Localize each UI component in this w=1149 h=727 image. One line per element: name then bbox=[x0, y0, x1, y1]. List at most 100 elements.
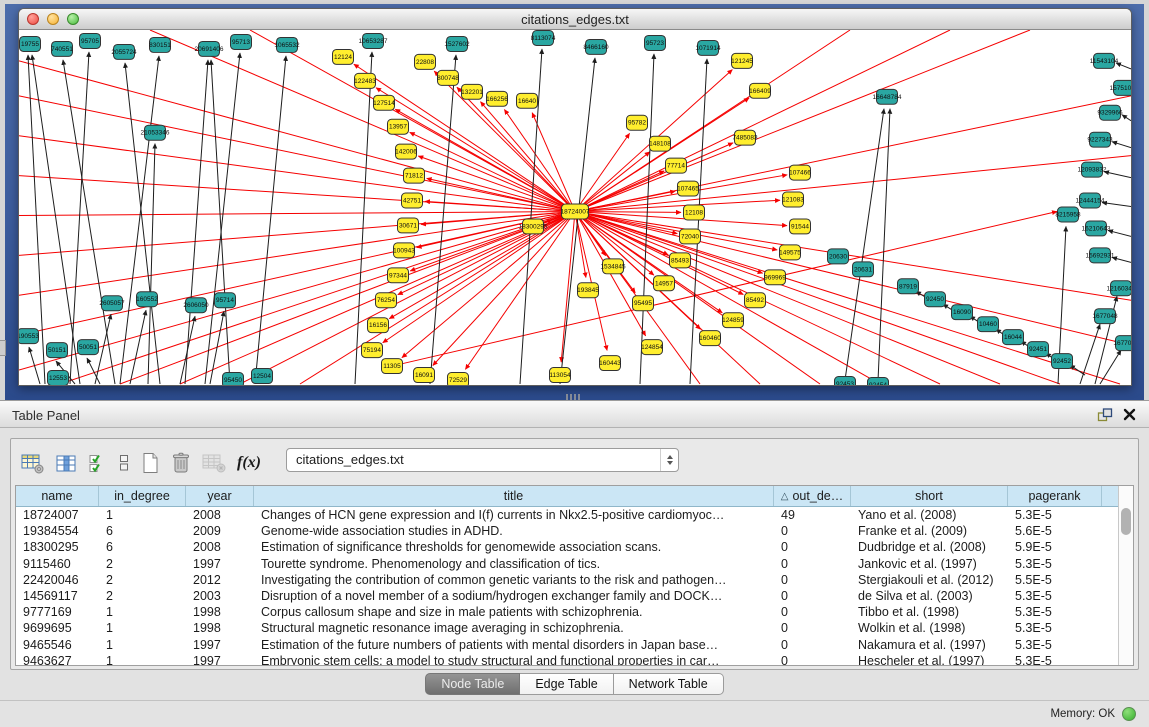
zoom-window-button[interactable] bbox=[67, 13, 79, 25]
table-row[interactable]: 1938455462009Genome-wide association stu… bbox=[16, 523, 1133, 539]
combo-stepper-icon[interactable] bbox=[660, 449, 678, 471]
graph-node[interactable]: 16090 bbox=[952, 305, 973, 320]
table-row[interactable]: 911546021997Tourette syndrome. Phenomeno… bbox=[16, 556, 1133, 572]
tab-network-table[interactable]: Network Table bbox=[614, 673, 724, 695]
graph-node[interactable]: 100943 bbox=[393, 243, 415, 258]
graph-node[interactable]: 92454 bbox=[868, 378, 889, 385]
graph-node[interactable]: 160552 bbox=[136, 292, 158, 307]
graph-node[interactable]: 15751074 bbox=[1110, 80, 1131, 95]
delete-column-icon[interactable] bbox=[171, 452, 191, 474]
delete-table-icon[interactable] bbox=[202, 453, 226, 473]
graph-node[interactable]: 9227343 bbox=[1087, 132, 1113, 147]
graph-node[interactable]: 91544 bbox=[790, 219, 811, 234]
graph-node[interactable]: 72529 bbox=[448, 373, 469, 385]
graph-node[interactable]: 85493 bbox=[670, 253, 691, 268]
network-window-titlebar[interactable]: citations_edges.txt bbox=[19, 9, 1131, 30]
graph-node[interactable]: 8466160 bbox=[583, 39, 609, 54]
graph-node[interactable]: 142006 bbox=[395, 144, 417, 159]
graph-node[interactable]: 20630 bbox=[828, 249, 849, 264]
graph-node[interactable]: 190553 bbox=[19, 329, 39, 344]
graph-node[interactable]: 12093832 bbox=[1078, 162, 1107, 177]
graph-node[interactable]: 19755 bbox=[20, 36, 41, 51]
graph-node[interactable]: 71812 bbox=[404, 168, 425, 183]
graph-node[interactable]: 148108 bbox=[649, 136, 671, 151]
table-mode-icon[interactable] bbox=[21, 453, 45, 474]
graph-node[interactable]: 12124 bbox=[333, 49, 354, 64]
create-column-icon[interactable] bbox=[141, 452, 160, 474]
network-window[interactable]: citations_edges.txt 19755740551957052055… bbox=[18, 8, 1132, 386]
graph-node[interactable]: 166409 bbox=[749, 83, 771, 98]
graph-node[interactable]: 122483 bbox=[354, 73, 376, 88]
column-header-pagerank[interactable]: pagerank bbox=[1008, 486, 1102, 506]
graph-node[interactable]: 1065532 bbox=[274, 37, 300, 52]
graph-node[interactable]: 95713 bbox=[231, 34, 252, 49]
graph-node[interactable]: 166256 bbox=[486, 91, 508, 106]
graph-node[interactable]: 22808 bbox=[415, 54, 436, 69]
graph-node[interactable]: 72040 bbox=[680, 229, 701, 244]
table-row[interactable]: 977716911998Corpus callosum shape and si… bbox=[16, 604, 1133, 620]
float-panel-icon[interactable] bbox=[1097, 408, 1113, 422]
graph-node[interactable]: 10653287 bbox=[359, 33, 388, 48]
graph-node[interactable]: 2055724 bbox=[111, 44, 137, 59]
graph-node[interactable]: 107465 bbox=[677, 181, 699, 196]
graph-node[interactable]: 8215958 bbox=[1055, 207, 1081, 222]
graph-node[interactable]: 113054 bbox=[549, 368, 571, 383]
graph-node[interactable]: 97344 bbox=[388, 268, 409, 283]
graph-node[interactable]: 12444154 bbox=[1076, 193, 1105, 208]
network-canvas[interactable]: 1975574055195705205572483015120691406957… bbox=[19, 30, 1131, 385]
graph-node[interactable]: 12553 bbox=[48, 371, 69, 385]
graph-node[interactable]: 800748 bbox=[437, 70, 459, 85]
table-row[interactable]: 946362711997Embryonic stem cells: a mode… bbox=[16, 653, 1133, 666]
graph-node[interactable]: 15692931 bbox=[1086, 248, 1115, 263]
function-builder-icon[interactable]: f(x) bbox=[237, 454, 261, 472]
graph-node[interactable]: 20691406 bbox=[195, 41, 224, 56]
graph-node[interactable]: 1677048 bbox=[1092, 309, 1118, 324]
graph-node[interactable]: 969969 bbox=[764, 270, 786, 285]
graph-node[interactable]: 1071914 bbox=[695, 40, 721, 55]
table-row[interactable]: 1456911722003Disruption of a novel membe… bbox=[16, 588, 1133, 604]
graph-node[interactable]: 124854 bbox=[641, 340, 663, 355]
show-columns-icon[interactable] bbox=[56, 454, 78, 473]
graph-node[interactable]: 1677049 bbox=[1113, 336, 1131, 351]
graph-node[interactable]: 1527602 bbox=[444, 36, 470, 51]
graph-node[interactable]: 149575 bbox=[779, 245, 801, 260]
graph-node[interactable]: 193845 bbox=[577, 283, 599, 298]
graph-node[interactable]: 95714 bbox=[215, 293, 236, 308]
graph-node[interactable]: 12108 bbox=[684, 205, 705, 220]
graph-node[interactable]: 830151 bbox=[149, 37, 171, 52]
graph-node[interactable]: 12504 bbox=[252, 369, 273, 384]
graph-node[interactable]: 77714 bbox=[666, 158, 687, 173]
column-header-title[interactable]: title bbox=[254, 486, 774, 506]
graph-node[interactable]: 95782 bbox=[627, 115, 648, 130]
column-header-in_degree[interactable]: in_degree bbox=[99, 486, 186, 506]
select-columns-icon[interactable] bbox=[89, 453, 107, 473]
graph-node[interactable]: 95495 bbox=[633, 296, 654, 311]
graph-node[interactable]: 121083 bbox=[782, 192, 804, 207]
graph-node[interactable]: 16640 bbox=[517, 93, 538, 108]
graph-node[interactable]: 124859 bbox=[722, 313, 744, 328]
graph-node[interactable]: 76254 bbox=[376, 293, 397, 308]
graph-node[interactable]: 9329966 bbox=[1097, 105, 1123, 120]
graph-node[interactable]: 92453 bbox=[835, 377, 856, 385]
graph-node[interactable]: 7485083 bbox=[732, 130, 758, 145]
graph-node[interactable]: 11543104 bbox=[1090, 53, 1119, 68]
graph-node[interactable]: 160460 bbox=[699, 331, 721, 346]
column-header-year[interactable]: year bbox=[186, 486, 254, 506]
graph-node[interactable]: 95723 bbox=[645, 35, 666, 50]
graph-node[interactable]: 132201 bbox=[461, 84, 483, 99]
scrollbar-thumb[interactable] bbox=[1121, 508, 1131, 535]
graph-node[interactable]: 14957 bbox=[654, 276, 675, 291]
graph-node[interactable]: 12160343 bbox=[1107, 281, 1131, 296]
graph-node[interactable]: 127514 bbox=[373, 95, 395, 110]
graph-node[interactable]: 87919 bbox=[898, 279, 919, 294]
graph-node[interactable]: 30671 bbox=[398, 218, 419, 233]
table-row[interactable]: 969969511998Structural magnetic resonanc… bbox=[16, 620, 1133, 636]
graph-node[interactable]: 95450 bbox=[223, 373, 244, 385]
graph-node[interactable]: 2606050 bbox=[183, 298, 209, 313]
graph-node[interactable]: 85492 bbox=[745, 293, 766, 308]
table-row[interactable]: 946554611997Estimation of the future num… bbox=[16, 637, 1133, 653]
graph-node[interactable]: 92450 bbox=[925, 292, 946, 307]
graph-node[interactable]: 160443 bbox=[599, 356, 621, 371]
graph-node[interactable]: 107466 bbox=[789, 165, 811, 180]
graph-node[interactable]: 92452 bbox=[1052, 354, 1073, 369]
